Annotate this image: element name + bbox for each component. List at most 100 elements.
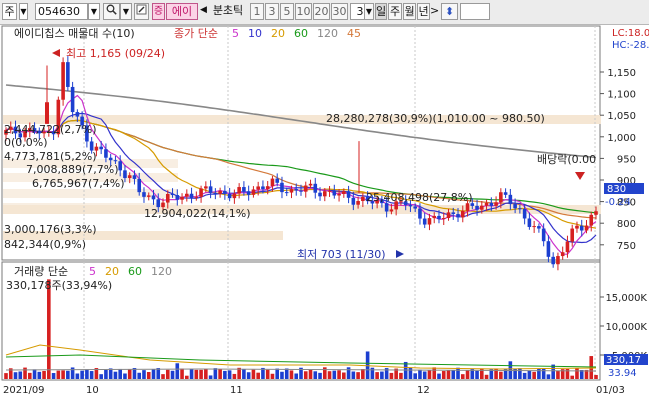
- volume-bar: [80, 370, 84, 379]
- chart-area: 1,150 1,100 1,050 1,000 950 900 850 800 750 15,00…: [0, 25, 649, 403]
- period-month-button[interactable]: 월: [403, 3, 416, 20]
- next-arrow-icon: >: [430, 4, 439, 17]
- volume-bar: [199, 369, 203, 379]
- volume-bar: [422, 371, 427, 379]
- stock-chart[interactable]: 1,1501,1001,0501,00095090085080075015,00…: [0, 25, 649, 403]
- search-dropdown-icon[interactable]: ▼: [120, 3, 132, 20]
- price-tick-label: 1,150: [607, 68, 636, 79]
- volume-bar: [37, 371, 42, 379]
- candle-body: [218, 190, 222, 194]
- period-20-label: 20: [314, 5, 329, 18]
- stock-code-value: 054630: [38, 5, 80, 18]
- candle-body: [303, 185, 308, 192]
- volume-bar: [108, 368, 113, 379]
- volume-bar: [499, 371, 503, 379]
- candle-body: [522, 208, 527, 219]
- volume-bar: [275, 368, 280, 379]
- updown-button[interactable]: ⬍: [441, 3, 458, 20]
- period-5-button[interactable]: 5: [280, 3, 294, 20]
- candle-body: [322, 191, 327, 197]
- code-dropdown-icon[interactable]: ▼: [88, 3, 100, 20]
- volume-bar: [61, 370, 65, 379]
- candle-body: [280, 182, 284, 193]
- volume-bar: [161, 374, 165, 379]
- volume-bar: [32, 369, 37, 379]
- candle-body: [204, 186, 208, 189]
- candle-body: [104, 149, 108, 158]
- candle-body: [189, 193, 194, 198]
- candle-body: [342, 191, 346, 195]
- volume-bar: [180, 368, 184, 379]
- volume-bar: [151, 369, 156, 379]
- volume-bar: [322, 367, 327, 379]
- candle-body: [451, 212, 456, 215]
- candle-body: [99, 146, 103, 150]
- volume-bar: [213, 368, 218, 379]
- volume-bar: [89, 371, 94, 379]
- volume-bar: [185, 375, 189, 379]
- candle-body: [465, 203, 470, 211]
- current-change-label: -0.24: [605, 197, 631, 208]
- volume-bar: [146, 372, 151, 379]
- period-next-button[interactable]: >: [430, 3, 439, 20]
- candle-body: [251, 189, 256, 195]
- volume-bar: [570, 375, 575, 379]
- ma-legend-period: 5: [232, 27, 239, 40]
- volume-profile-label: 842,344(0,9%): [4, 238, 86, 251]
- volume-bar: [75, 373, 80, 379]
- price-tick-label: 1,050: [607, 111, 636, 122]
- x-axis-label: 2021/09: [3, 385, 45, 396]
- stock-code-input[interactable]: 054630: [35, 3, 88, 20]
- period-year-button[interactable]: 년: [417, 3, 430, 20]
- candle-body: [327, 190, 332, 192]
- config-icon[interactable]: [134, 3, 149, 20]
- period-20-button[interactable]: 20: [313, 3, 330, 20]
- market-dropdown-icon[interactable]: ▼: [19, 3, 28, 20]
- candle-body: [175, 195, 180, 200]
- volume-bar: [522, 372, 527, 379]
- volume-bar: [85, 369, 89, 379]
- candle-body: [503, 192, 508, 195]
- volume-bar: [47, 279, 51, 379]
- updown-arrow-icon: ⬍: [444, 5, 455, 18]
- period-10-button[interactable]: 10: [295, 3, 312, 20]
- volume-bar: [194, 369, 199, 379]
- volume-bar: [175, 363, 180, 379]
- candle-body: [275, 178, 280, 183]
- volume-bar: [375, 372, 379, 379]
- candle-body: [208, 186, 213, 193]
- candle-body: [227, 193, 232, 199]
- pencil-icon: [136, 4, 147, 15]
- volume-bar: [294, 373, 299, 379]
- period-3-button[interactable]: 3: [265, 3, 279, 20]
- candle-body: [489, 202, 494, 206]
- period-week-button[interactable]: 주: [388, 3, 402, 20]
- price-tick-label: 750: [617, 241, 636, 252]
- volume-bar: [451, 370, 456, 379]
- volume-bar: [280, 371, 284, 379]
- market-select[interactable]: 주: [2, 3, 17, 20]
- current-volume-label: 330,17: [606, 355, 641, 366]
- search-icon[interactable]: [103, 3, 120, 20]
- period-day-button[interactable]: 일: [375, 3, 387, 20]
- interval-dropdown-icon[interactable]: ▼: [364, 3, 374, 20]
- volume-ma-period: 20: [105, 265, 119, 278]
- volume-bar: [518, 368, 522, 379]
- period-prev-button[interactable]: ◀: [199, 3, 208, 20]
- extra-input[interactable]: [460, 3, 490, 20]
- candle-body: [499, 192, 503, 203]
- ma-legend-period: 45: [347, 27, 361, 40]
- volume-bar: [56, 370, 61, 379]
- period-1-button[interactable]: 1: [250, 3, 264, 20]
- candle-body: [146, 195, 151, 197]
- candle-body: [437, 215, 441, 220]
- stock-name-button[interactable]: 에이: [166, 3, 198, 20]
- candle-body: [70, 86, 75, 113]
- candle-body: [480, 205, 484, 210]
- candle-body: [199, 188, 203, 197]
- volume-bar: [427, 370, 432, 379]
- period-30-button[interactable]: 30: [331, 3, 348, 20]
- candle-body: [351, 197, 356, 205]
- volume-bar: [346, 367, 351, 379]
- hc-label: HC:-28.: [612, 40, 649, 51]
